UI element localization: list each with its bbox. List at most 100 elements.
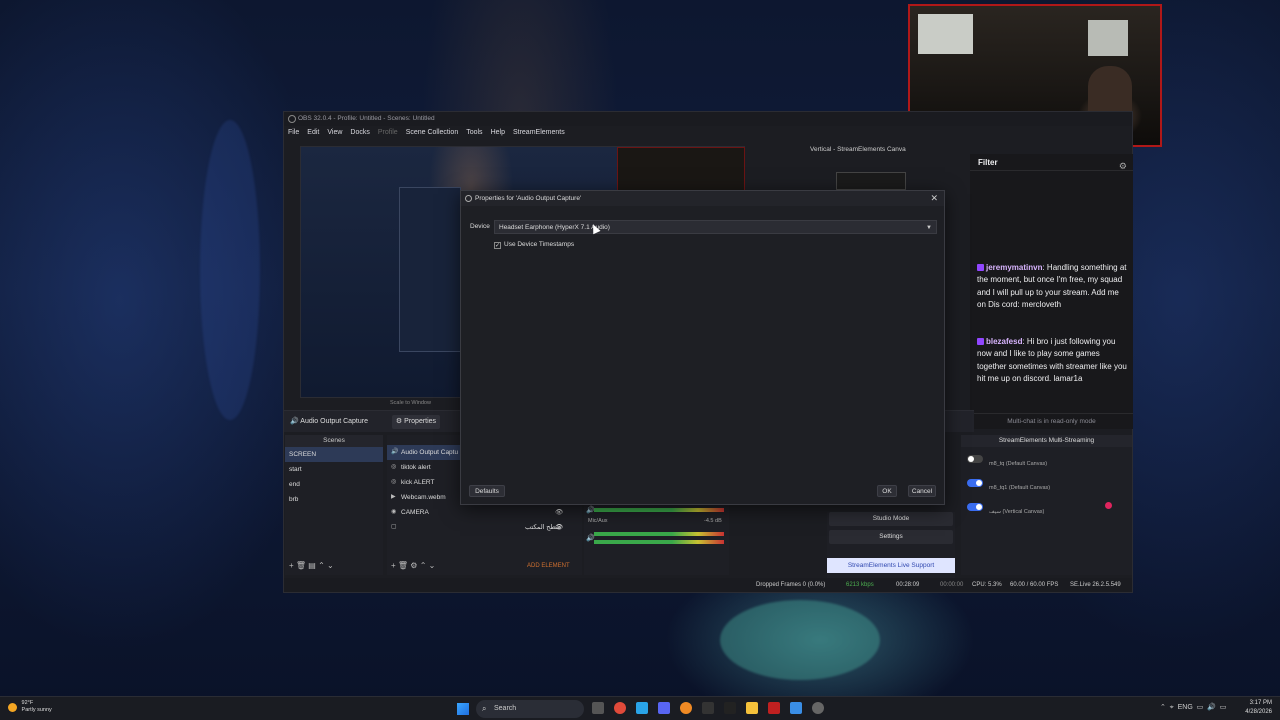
chevron-down-icon: ▼ [926, 225, 932, 231]
weather-widget[interactable]: 92°F Partly sunny [8, 700, 52, 714]
cancel-button[interactable]: Cancel [908, 485, 936, 497]
system-tray[interactable]: ⌃ ⌖ ENG ▭ 🔊 ▭ [1160, 703, 1226, 712]
telegram-icon[interactable] [636, 702, 648, 714]
move-down-icon[interactable]: ⌄ [327, 561, 334, 570]
scene-item[interactable]: start [285, 462, 383, 477]
close-icon[interactable]: ✕ [930, 191, 938, 206]
chat-username[interactable]: blezafesd [986, 337, 1022, 346]
speaker-icon[interactable]: 🔊 [586, 506, 595, 514]
language-indicator[interactable]: ENG [1178, 704, 1193, 711]
properties-button[interactable]: ⚙ Properties [392, 415, 440, 429]
add-icon[interactable]: + [391, 561, 396, 570]
multistream-toggle[interactable] [967, 479, 983, 487]
menu-bar: File Edit View Docks Profile Scene Colle… [284, 126, 1132, 139]
multistream-row: سيف (Vertical Canvas) [965, 499, 1129, 519]
move-up-icon[interactable]: ⌃ [420, 561, 427, 570]
gear-icon[interactable]: ⚙ [410, 561, 417, 570]
multistream-toggle[interactable] [967, 503, 983, 511]
task-view-icon[interactable] [592, 702, 604, 714]
move-up-icon[interactable]: ⌃ [318, 561, 325, 570]
ok-button[interactable]: OK [877, 485, 897, 497]
defaults-button[interactable]: Defaults [469, 485, 505, 497]
eye-icon[interactable]: 👁 [555, 520, 563, 535]
menu-docks[interactable]: Docks [350, 126, 369, 139]
globe-icon: ◎ [391, 464, 397, 470]
clock[interactable]: 3:17 PM 4/28/2026 [1245, 699, 1272, 717]
chat-message: blezafesd: Hi bro i just following you n… [977, 336, 1127, 386]
multistream-target: سيف (Vertical Canvas) [989, 509, 1045, 515]
trash-icon[interactable]: 🗑 [398, 561, 408, 570]
speaker-icon[interactable]: 🔊 [586, 534, 595, 542]
streamelements-icon[interactable] [768, 702, 780, 714]
preview-scale-select[interactable]: Scale to Window [390, 400, 431, 406]
settings-button[interactable]: Settings [829, 530, 953, 544]
move-down-icon[interactable]: ⌄ [429, 561, 436, 570]
chrome-icon[interactable] [614, 702, 626, 714]
trash-icon[interactable]: 🗑 [296, 561, 306, 570]
play-icon: ▶ [391, 494, 396, 500]
audio-mixer: Mic/Aux -4.5 dB 🔊 🔊 [584, 500, 729, 575]
taskbar-search[interactable]: ⌕ Search [476, 700, 584, 718]
vertical-canvas-header: Vertical - StreamElements Canva [772, 142, 968, 157]
selected-source-label: 🔊 Audio Output Capture [290, 418, 368, 425]
preview-nested-capture [399, 187, 461, 352]
twitch-badge-icon [977, 338, 984, 345]
studio-mode-button[interactable]: Studio Mode [829, 512, 953, 526]
status-bar: Dropped Frames 0 (0.0%) 6213 kbps 00:28:… [284, 578, 1132, 592]
use-device-timestamps-label: Use Device Timestamps [504, 241, 575, 248]
wallpaper-highlight [200, 120, 260, 420]
scene-controls: + 🗑 ▤ ⌃ ⌄ [289, 561, 334, 573]
vertical-canvas-title: Vertical - StreamElements Canva [810, 146, 906, 153]
obs-icon[interactable] [812, 702, 824, 714]
menu-tools[interactable]: Tools [466, 126, 482, 139]
globe-icon: ◎ [391, 479, 397, 485]
scene-item[interactable]: brb [285, 492, 383, 507]
gear-icon[interactable]: ⚙ [1119, 158, 1127, 175]
windows-start-icon[interactable] [457, 703, 469, 715]
menu-view[interactable]: View [327, 126, 342, 139]
window-title-text: OBS 32.0.4 - Profile: Untitled - Scenes:… [298, 115, 435, 122]
menu-scene-collection[interactable]: Scene Collection [406, 126, 459, 139]
menu-edit[interactable]: Edit [307, 126, 319, 139]
chat-filter-button[interactable]: Filter [978, 158, 998, 167]
weather-temp: 92°F [21, 700, 34, 706]
se-live-support-button[interactable]: StreamElements Live Support [827, 558, 955, 573]
firefox-icon[interactable] [680, 702, 692, 714]
app-icon[interactable] [702, 702, 714, 714]
discord-icon[interactable] [658, 702, 670, 714]
webcam-window [918, 14, 973, 54]
filter-icon[interactable]: ▤ [308, 561, 316, 570]
webcam-window [1088, 20, 1128, 56]
menu-streamelements[interactable]: StreamElements [513, 126, 565, 139]
source-item[interactable]: ▢ سطح المكتب 👁 [387, 520, 582, 535]
scenes-header: Scenes [285, 435, 383, 447]
audio-meter [594, 532, 724, 536]
source-controls: + 🗑 ⚙ ⌃ ⌄ [391, 561, 435, 573]
file-explorer-icon[interactable] [746, 702, 758, 714]
add-icon[interactable]: + [289, 561, 294, 570]
multistream-toggle[interactable] [967, 455, 983, 463]
search-icon: ⌕ [482, 704, 487, 713]
multistream-header: StreamElements Multi-Streaming [961, 435, 1132, 447]
chat-username[interactable]: jeremymatinvn [986, 263, 1042, 272]
add-element-button[interactable]: ADD ELEMENT [527, 563, 570, 569]
menu-file[interactable]: File [288, 126, 299, 139]
dropped-frames: Dropped Frames 0 (0.0%) [756, 582, 826, 588]
scene-item[interactable]: SCREEN [285, 447, 383, 462]
menu-help[interactable]: Help [491, 126, 505, 139]
use-device-timestamps-checkbox[interactable]: ✓ [494, 242, 501, 249]
chat-header: Filter ⚙ [970, 154, 1133, 171]
menu-profile[interactable]: Profile [378, 126, 398, 139]
window-title: OBS 32.0.4 - Profile: Untitled - Scenes:… [284, 112, 1132, 126]
device-select[interactable]: Headset Earphone (HyperX 7.1 Audio) ▼ [494, 220, 937, 234]
scene-item[interactable]: end [285, 477, 383, 492]
preview-webcam [617, 147, 745, 192]
eye-icon[interactable]: 👁 [555, 505, 563, 520]
speaker-icon: 🔊 [391, 449, 399, 455]
app-icon[interactable] [790, 702, 802, 714]
multistream-target: m8_tq1 (Default Canvas) [989, 485, 1051, 491]
weather-icon [8, 702, 17, 712]
source-item[interactable]: ◉ CAMERA 👁 [387, 505, 582, 520]
use-device-timestamps-row[interactable]: ✓ Use Device Timestamps [494, 241, 574, 249]
app-icon[interactable] [724, 702, 736, 714]
